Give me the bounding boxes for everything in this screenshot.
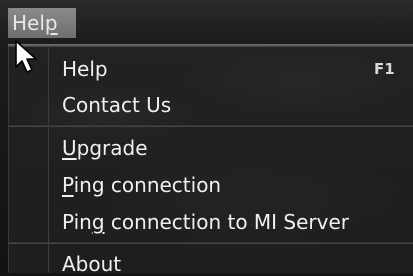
menu-icon-gutter [48, 47, 49, 273]
menu-item-contact-us[interactable]: Contact Us [62, 93, 171, 117]
menubar-help-label: Hel [12, 11, 45, 35]
ping-mnemonic: P [62, 173, 74, 197]
menu-item-ping-mi-server[interactable]: Ping connection to MI Server [62, 210, 349, 234]
ping-mi-label-end: connection to MI Server [104, 210, 350, 234]
ping-mi-mnemonic: g [91, 210, 105, 234]
ping-label: ing connection [73, 173, 222, 197]
menubar-help[interactable]: Help [8, 8, 76, 38]
menu-item-contact-label: Contact Us [62, 93, 172, 117]
menu-item-about[interactable]: About [62, 252, 121, 276]
upgrade-label: pgrade [76, 136, 148, 160]
menu-item-upgrade[interactable]: Upgrade [62, 136, 148, 160]
upgrade-mnemonic: U [62, 136, 77, 160]
arrow-pointer-icon [15, 40, 37, 73]
menu-item-ping-connection[interactable]: Ping connection [62, 173, 221, 197]
menu-bar: Help [0, 0, 413, 44]
ping-mi-label-start: Pin [62, 210, 92, 234]
menubar-help-mnemonic: p [44, 11, 58, 35]
menu-separator [8, 242, 413, 244]
menu-separator [8, 125, 413, 127]
menu-item-help-label: Help [62, 57, 108, 81]
menu-item-about-label: About [62, 252, 122, 276]
menu-item-help-shortcut: F1 [374, 60, 395, 78]
menu-item-help[interactable]: Help [62, 57, 108, 81]
menu-top-edge [8, 44, 413, 47]
